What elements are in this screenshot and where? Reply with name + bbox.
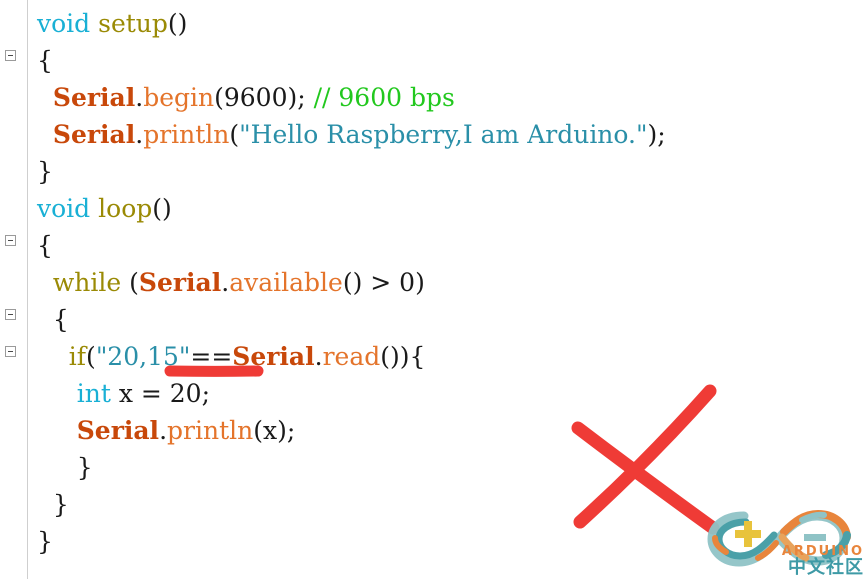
code-line[interactable]: }: [37, 486, 69, 523]
logo-community-text: 中文社区: [788, 557, 864, 578]
code-token: 0: [399, 268, 416, 297]
code-token: void: [37, 9, 91, 38]
code-token: Serial: [52, 120, 136, 149]
code-line[interactable]: Serial.begin(9600); // 9600 bps: [37, 79, 455, 116]
code-token: available: [229, 268, 343, 297]
code-line[interactable]: {: [37, 301, 69, 338]
code-token: (: [214, 83, 224, 112]
code-token: (: [86, 342, 96, 371]
code-token: while: [52, 268, 122, 297]
code-token: int: [76, 379, 111, 408]
code-line[interactable]: int x = 20;: [37, 375, 210, 412]
code-line[interactable]: {: [37, 42, 53, 79]
code-line[interactable]: void loop(): [37, 190, 172, 227]
code-token: begin: [143, 83, 215, 112]
code-token: setup: [98, 9, 168, 38]
code-line[interactable]: {: [37, 227, 53, 264]
code-token: }: [37, 527, 53, 556]
code-token: () >: [342, 268, 400, 297]
code-token: }: [37, 157, 53, 186]
code-line[interactable]: }: [37, 523, 53, 560]
fold-marker-icon[interactable]: [5, 235, 16, 246]
code-line[interactable]: while (Serial.available() > 0): [37, 264, 425, 301]
code-token: println: [143, 120, 230, 149]
code-token: "20,15": [95, 342, 191, 371]
code-token: }: [52, 490, 69, 519]
code-token: (: [121, 268, 139, 297]
code-token: println: [167, 416, 254, 445]
code-token: Serial: [52, 83, 136, 112]
code-token: ;: [201, 379, 211, 408]
code-token: {: [37, 46, 53, 75]
code-token: x =: [110, 379, 170, 408]
code-token: Serial: [76, 416, 160, 445]
code-editor-screenshot: void setup(){ Serial.begin(9600); // 960…: [0, 0, 866, 579]
code-token: (: [229, 120, 240, 149]
code-token: (): [167, 9, 188, 38]
code-token: }: [76, 453, 93, 482]
code-line[interactable]: if("20,15"==Serial.read()){: [37, 338, 426, 375]
code-token: (): [152, 194, 172, 223]
code-line[interactable]: Serial.println("Hello Raspberry,I am Ard…: [37, 116, 666, 153]
code-token: ): [415, 268, 425, 297]
code-token: void: [37, 194, 91, 223]
code-token: ==: [190, 342, 233, 371]
code-token: );: [287, 83, 314, 112]
code-token: (x);: [253, 416, 296, 445]
code-token: 9600: [223, 83, 288, 112]
code-token: {: [37, 231, 53, 260]
code-token: );: [647, 120, 666, 149]
code-token: .: [159, 416, 168, 445]
arduino-chinese-community-logo: ARDUINO 中文社区: [706, 508, 866, 579]
code-token: Serial: [138, 268, 222, 297]
code-token: "Hello Raspberry,I am Arduino.": [239, 120, 648, 149]
code-token: ()){: [380, 342, 426, 371]
editor-gutter: [0, 0, 28, 579]
code-token: read: [322, 342, 381, 371]
code-line[interactable]: void setup(): [37, 5, 187, 42]
code-token: .: [135, 120, 144, 149]
fold-marker-icon[interactable]: [5, 50, 16, 61]
code-token: .: [135, 83, 144, 112]
minus-icon: [804, 534, 826, 541]
code-line[interactable]: Serial.println(x);: [37, 412, 296, 449]
fold-marker-icon[interactable]: [5, 346, 16, 357]
code-token: loop: [98, 194, 153, 223]
code-token: {: [52, 305, 69, 334]
fold-marker-icon[interactable]: [5, 309, 16, 320]
code-text-area[interactable]: void setup(){ Serial.begin(9600); // 960…: [27, 0, 866, 579]
code-token: Serial: [232, 342, 315, 371]
code-token: if: [68, 342, 87, 371]
code-token: .: [221, 268, 230, 297]
logo-text: ARDUINO 中文社区: [782, 545, 864, 577]
code-token: 20: [169, 379, 202, 408]
code-line[interactable]: }: [37, 153, 53, 190]
code-token: // 9600 bps: [313, 83, 455, 112]
code-line[interactable]: }: [37, 449, 93, 486]
code-token: .: [314, 342, 323, 371]
